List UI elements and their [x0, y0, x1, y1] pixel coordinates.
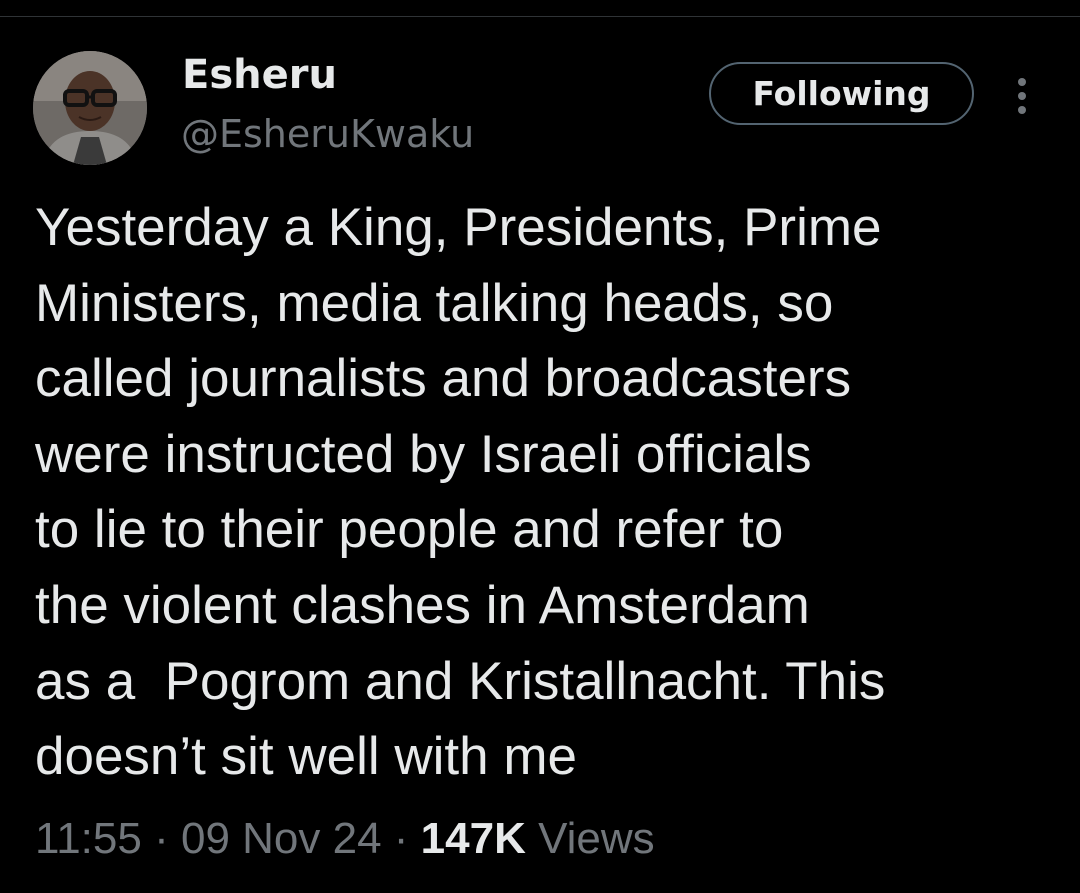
tweet-view: Esheru @EsheruKwaku Following Yesterday … [0, 0, 1080, 893]
views-count: 147K [420, 814, 526, 863]
divider [0, 16, 1080, 17]
tweet-meta: 11:55 · 09 Nov 24 · 147K Views [35, 806, 655, 872]
tweet-text-line: to lie to their people and refer to [35, 500, 784, 560]
tweet-text-line: doesn’t sit well with me [35, 727, 577, 787]
tweet-text-line: as a Pogrom and Kristallnacht. This [35, 651, 886, 711]
avatar-photo-icon [33, 51, 147, 165]
avatar[interactable] [33, 51, 147, 165]
tweet-text-line: Yesterday a King, Presidents, Prime [35, 198, 882, 257]
tweet-date[interactable]: 09 Nov 24 [181, 814, 382, 863]
meta-separator: · [154, 814, 169, 863]
author-handle[interactable]: @EsheruKwaku [181, 110, 474, 158]
tweet-text-line: were instructed by Israeli officials [35, 424, 812, 484]
author-display-name[interactable]: Esheru [182, 50, 337, 100]
tweet-text-line: Ministers, media talking heads, so [35, 273, 834, 333]
more-options-button[interactable] [1004, 74, 1040, 118]
more-vertical-icon [1018, 78, 1026, 114]
following-button[interactable]: Following [709, 62, 974, 125]
tweet-text-line: called journalists and broadcasters [35, 349, 852, 409]
tweet-time[interactable]: 11:55 [35, 814, 142, 863]
tweet-text-line: the violent clashes in Amsterdam [35, 575, 810, 635]
views-label: Views [538, 814, 655, 863]
meta-separator: · [393, 814, 409, 863]
tweet-text: Yesterday a King, Presidents, Prime Mini… [35, 190, 1055, 795]
